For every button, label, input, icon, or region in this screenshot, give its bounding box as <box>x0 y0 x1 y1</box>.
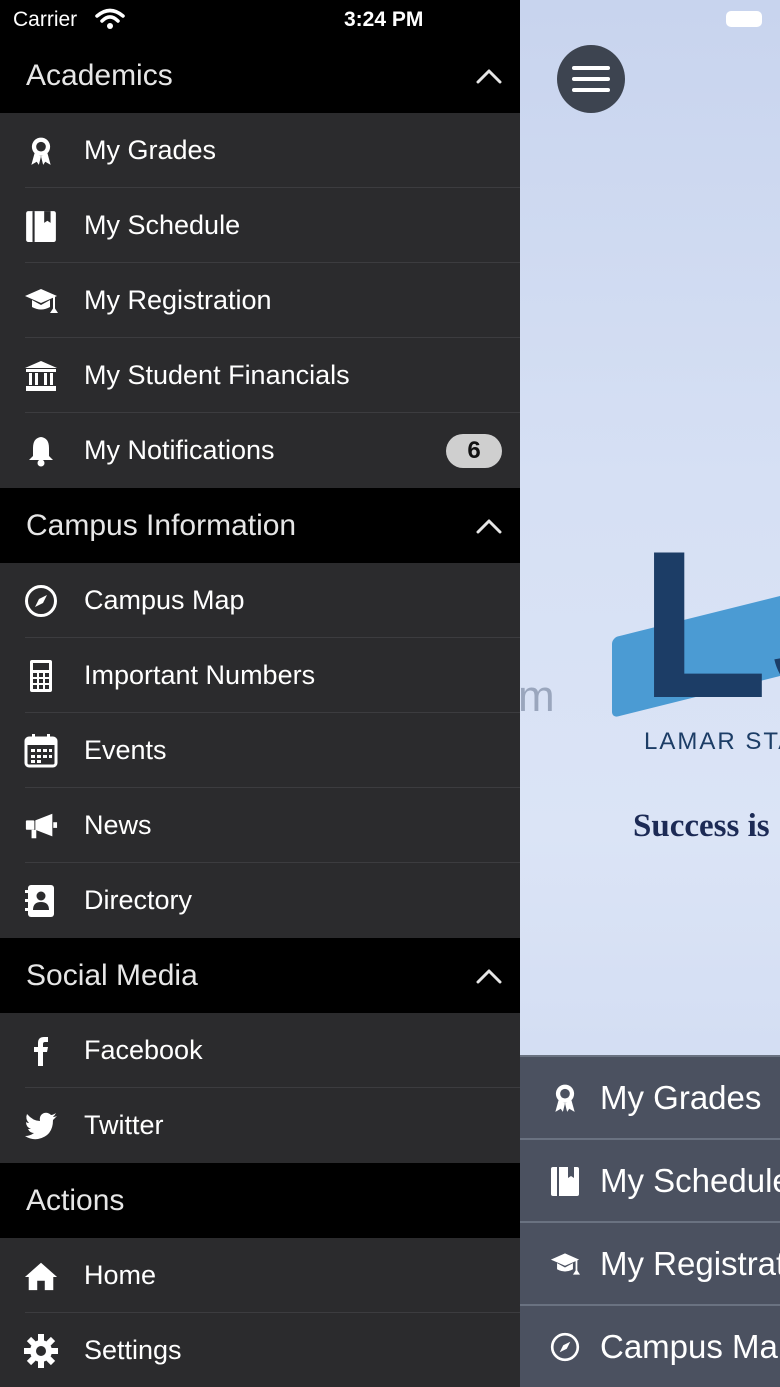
quick-link-label: My Schedule <box>600 1161 780 1199</box>
menu-item-twitter[interactable]: Twitter <box>0 1088 520 1163</box>
menu-item-my-grades[interactable]: My Grades <box>0 113 520 188</box>
menu-item-directory[interactable]: Directory <box>0 863 520 938</box>
quick-link-my-registration[interactable]: My Registration <box>520 1221 780 1304</box>
menu-line <box>572 88 610 92</box>
menu-item-events[interactable]: Events <box>0 713 520 788</box>
award-icon <box>550 1081 580 1115</box>
quick-link-campus-map[interactable]: Campus Map <box>520 1304 780 1387</box>
menu-item-important-numbers[interactable]: Important Numbers <box>0 638 520 713</box>
menu-item-label: Campus Map <box>84 585 245 615</box>
menu-item-news[interactable]: News <box>0 788 520 863</box>
graduation-cap-icon <box>550 1247 580 1281</box>
home-icon <box>24 1259 58 1293</box>
quick-link-my-grades[interactable]: My Grades <box>520 1055 780 1138</box>
calendar-icon <box>24 733 58 768</box>
home-screen: m LS LAMAR STA Success is My Grades My Sc… <box>520 0 780 1387</box>
calculator-icon <box>24 659 58 693</box>
menu-item-label: My Notifications <box>84 435 275 465</box>
menu-item-settings[interactable]: Settings <box>0 1313 520 1387</box>
menu-item-facebook[interactable]: Facebook <box>0 1013 520 1088</box>
section-title: Social Media <box>26 958 198 992</box>
wifi-icon <box>95 8 125 29</box>
menu-item-label: Facebook <box>84 1035 203 1065</box>
logo-text: LAMAR STA <box>644 728 780 755</box>
menu-item-campus-map[interactable]: Campus Map <box>0 563 520 638</box>
compass-icon <box>24 584 58 618</box>
hamburger-menu-button[interactable] <box>557 45 625 113</box>
book-icon <box>24 209 58 243</box>
award-icon <box>24 134 58 168</box>
section-title: Academics <box>26 58 173 92</box>
compass-icon <box>550 1330 580 1364</box>
menu-item-my-notifications[interactable]: My Notifications 6 <box>0 413 520 488</box>
section-header-social-media[interactable]: Social Media <box>0 938 520 1013</box>
menu-item-label: Events <box>84 735 167 765</box>
menu-item-label: Settings <box>84 1335 182 1365</box>
menu-item-label: Important Numbers <box>84 660 316 690</box>
bell-icon <box>24 434 58 468</box>
menu-item-label: My Registration <box>84 285 272 315</box>
drawer-menu: Academics My Grades My Schedule My Registra… <box>0 38 520 1387</box>
section-title: Campus Information <box>26 508 297 542</box>
side-drawer: Carrier 3:24 PM Academics My Grades My Sch… <box>0 0 520 1387</box>
address-book-icon <box>24 884 58 918</box>
menu-item-label: Home <box>84 1260 157 1290</box>
carrier-label: Carrier <box>13 8 78 31</box>
section-title: Actions <box>26 1183 125 1217</box>
partial-text: m <box>520 672 555 721</box>
menu-item-label: My Grades <box>84 135 217 165</box>
chevron-up-icon[interactable] <box>476 968 502 984</box>
section-header-campus-information[interactable]: Campus Information <box>0 488 520 563</box>
menu-line <box>572 66 610 70</box>
bank-icon <box>24 359 58 393</box>
notification-count-badge: 6 <box>446 434 502 468</box>
menu-line <box>572 77 610 81</box>
menu-item-my-schedule[interactable]: My Schedule <box>0 188 520 263</box>
section-header-academics[interactable]: Academics <box>0 38 520 113</box>
menu-item-my-student-financials[interactable]: My Student Financials <box>0 338 520 413</box>
gear-icon <box>24 1333 58 1368</box>
quick-link-label: My Grades <box>600 1078 762 1116</box>
tagline: Success is <box>633 808 770 844</box>
book-icon <box>550 1164 580 1198</box>
chevron-up-icon[interactable] <box>476 518 502 534</box>
graduation-cap-icon <box>24 284 58 318</box>
menu-item-label: Twitter <box>84 1110 164 1140</box>
battery-icon <box>726 11 762 27</box>
menu-item-home[interactable]: Home <box>0 1238 520 1313</box>
quick-link-label: Campus Map <box>600 1327 780 1365</box>
menu-item-label: News <box>84 810 152 840</box>
section-header-actions[interactable]: Actions <box>0 1163 520 1238</box>
facebook-icon <box>24 1034 58 1068</box>
megaphone-icon <box>24 809 58 843</box>
twitter-icon <box>24 1109 58 1143</box>
quick-link-label: My Registration <box>600 1244 780 1282</box>
menu-item-label: My Student Financials <box>84 360 350 390</box>
quick-links: My Grades My Schedule My Registration Campu… <box>520 1055 780 1387</box>
menu-item-label: Directory <box>84 885 193 915</box>
clock: 3:24 PM <box>344 8 424 31</box>
chevron-up-icon[interactable] <box>476 68 502 84</box>
status-bar: Carrier 3:24 PM <box>0 0 520 38</box>
quick-link-my-schedule[interactable]: My Schedule <box>520 1138 780 1221</box>
menu-item-my-registration[interactable]: My Registration <box>0 263 520 338</box>
logo-letters: LS <box>640 507 780 742</box>
menu-item-label: My Schedule <box>84 210 241 240</box>
